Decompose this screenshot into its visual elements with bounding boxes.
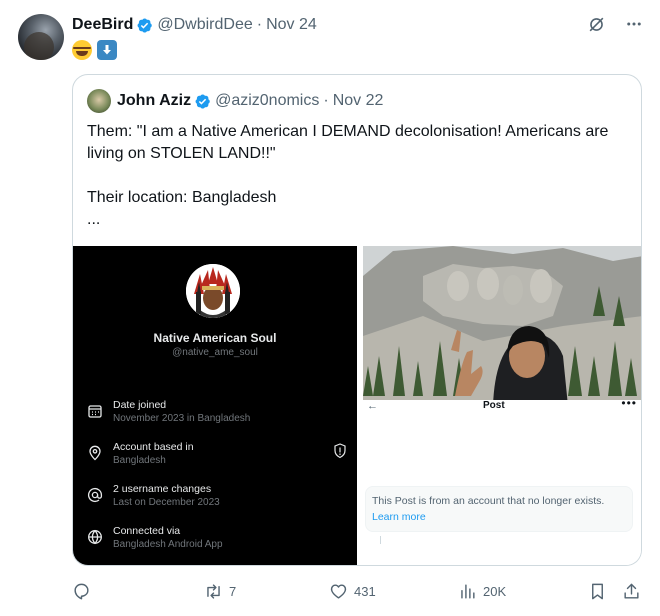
- about-row-connected-via: Connected via Bangladesh Android App: [87, 525, 347, 555]
- back-arrow-icon: ←: [367, 400, 378, 412]
- quoted-author-handle: @aziz0nomics: [215, 92, 320, 109]
- about-value: November 2023 in Bangladesh: [113, 413, 251, 424]
- thread-line: [380, 536, 381, 544]
- author-name[interactable]: DeeBird: [72, 16, 133, 34]
- post: DeeBird @DwbirdDee · Nov 24 John Aziz @a…: [0, 0, 660, 616]
- post-header: DeeBird @DwbirdDee · Nov 24: [72, 14, 317, 36]
- heart-icon: [330, 583, 347, 599]
- quoted-text-line: Their location: Bangladesh: [87, 189, 277, 206]
- about-title: Connected via: [113, 525, 181, 537]
- grok-icon: [589, 17, 603, 31]
- author-avatar[interactable]: [18, 14, 64, 60]
- action-bar: 7 431 20K: [72, 580, 644, 604]
- globe-icon: [88, 529, 102, 545]
- more-button[interactable]: [624, 14, 644, 34]
- separator-dot: ·: [256, 16, 263, 33]
- about-value: Bangladesh: [113, 455, 166, 466]
- views-chart-icon: [461, 583, 475, 599]
- post-header-bar: ← Post •••: [363, 396, 641, 414]
- quoted-text-line: ...: [87, 211, 101, 228]
- bookmark-button[interactable]: [588, 580, 607, 602]
- quoted-media: Native American Soul @native_ame_soul Da…: [73, 246, 641, 565]
- views-count: 20K: [483, 583, 507, 599]
- about-row-username-changes: 2 username changes Last on December 2023: [87, 483, 347, 513]
- post-date[interactable]: Nov 24: [266, 16, 317, 34]
- reply-icon: [74, 583, 89, 599]
- calendar-icon: [88, 405, 102, 418]
- more-dots-icon: [627, 22, 641, 26]
- about-title: 2 username changes: [113, 483, 212, 495]
- quoted-post[interactable]: John Aziz @aziz0nomics · Nov 22 Them: "I…: [72, 74, 642, 566]
- mount-rushmore-photo: [363, 246, 641, 406]
- about-row-date-joined: Date joined November 2023 in Bangladesh: [87, 399, 347, 429]
- share-button[interactable]: [622, 580, 641, 602]
- shield-info-icon: [334, 443, 346, 459]
- quoted-author-avatar: [87, 89, 111, 113]
- more-dots-icon: •••: [621, 396, 637, 410]
- grok-button[interactable]: [586, 14, 606, 34]
- unavailable-notice: This Post is from an account that no lon…: [365, 486, 633, 532]
- profile-picture: [186, 264, 240, 318]
- profile-handle: @native_ame_soul: [172, 347, 258, 358]
- profile-name: Native American Soul: [153, 331, 277, 345]
- media-image-photo-screenshot[interactable]: ← Post ••• This Post is from an account …: [363, 246, 641, 565]
- views-button[interactable]: 20K: [458, 580, 506, 602]
- about-value: Last on December 2023: [113, 497, 220, 508]
- about-title: Account based in: [113, 441, 194, 453]
- at-sign-icon: [87, 487, 103, 503]
- separator-dot: ·: [323, 92, 329, 109]
- quoted-author-name: John Aziz: [117, 92, 192, 109]
- share-icon: [624, 583, 639, 599]
- post-text: [72, 40, 117, 60]
- about-title: Date joined: [113, 399, 167, 411]
- about-value: Bangladesh Android App: [113, 539, 223, 550]
- post-label: Post: [483, 400, 505, 411]
- notice-text: This Post is from an account that no lon…: [372, 495, 605, 507]
- author-handle[interactable]: @DwbirdDee: [157, 16, 252, 34]
- retweet-button[interactable]: 7: [204, 580, 236, 602]
- face-with-tears-of-joy-icon: [72, 40, 92, 60]
- retweet-count: 7: [229, 583, 237, 599]
- about-row-account-based-in: Account based in Bangladesh: [87, 441, 347, 471]
- quoted-post-header: John Aziz @aziz0nomics · Nov 22: [87, 89, 383, 113]
- reply-button[interactable]: [72, 580, 91, 602]
- quoted-post-text: Them: "I am a Native American I DEMAND d…: [87, 121, 627, 231]
- learn-more-link: Learn more: [372, 511, 426, 523]
- like-button[interactable]: 431: [329, 580, 376, 602]
- quoted-text-line: Them: "I am a Native American I DEMAND d…: [87, 123, 609, 162]
- retweet-icon: [207, 583, 220, 599]
- location-pin-icon: [89, 445, 101, 461]
- media-image-profile-screenshot[interactable]: Native American Soul @native_ame_soul Da…: [73, 246, 357, 565]
- quoted-post-date: Nov 22: [332, 92, 384, 109]
- top-icons: [586, 14, 644, 34]
- bookmark-icon: [592, 583, 603, 599]
- verified-badge-icon: [195, 93, 210, 109]
- like-count: 431: [354, 583, 376, 599]
- verified-badge-icon: [137, 17, 153, 33]
- down-arrow-icon: [97, 40, 117, 60]
